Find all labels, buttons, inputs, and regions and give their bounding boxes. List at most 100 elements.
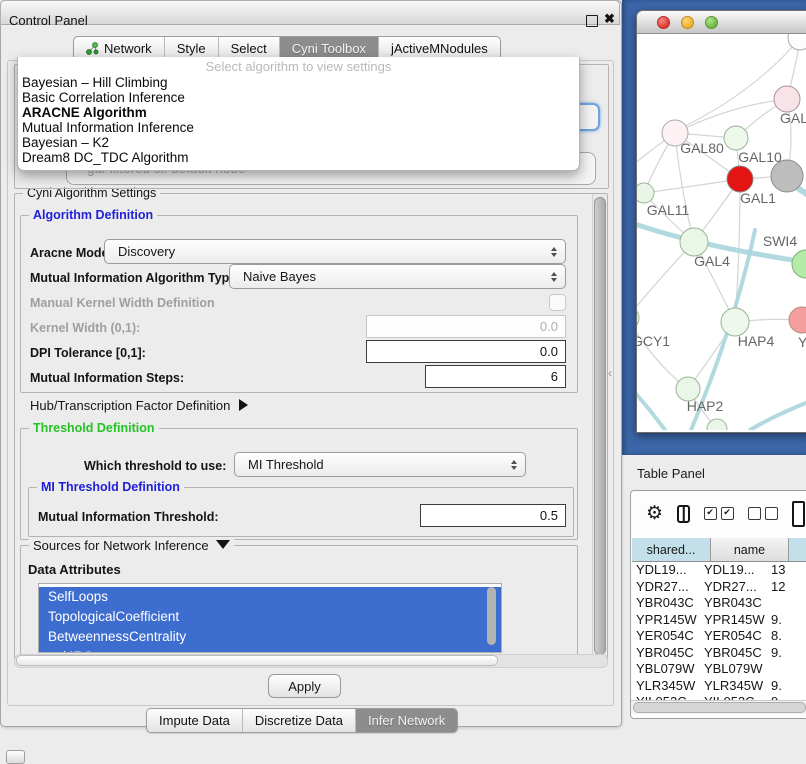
which-threshold-label: Which threshold to use: (84, 459, 226, 473)
table-cell: 12 (767, 579, 806, 596)
combo-spinner-icon (511, 460, 517, 470)
sources-group-title[interactable]: Sources for Network Inference (29, 538, 234, 553)
cyni-mode-tabs: Impute DataDiscretize DataInfer Network (146, 708, 458, 733)
table-row[interactable]: YBR043CYBR043C (632, 595, 806, 612)
mi-threshold-label: Mutual Information Threshold: (38, 510, 219, 524)
table-cell: YBR045C (700, 645, 767, 662)
dpi-tolerance-label: DPI Tolerance [0,1]: (30, 346, 146, 360)
checked-box-icon (721, 507, 734, 520)
zoom-traffic-light[interactable] (705, 16, 718, 29)
network-node[interactable] (788, 34, 806, 50)
tab-infer-network[interactable]: Infer Network (356, 709, 457, 732)
kernel-width-field[interactable]: 0.0 (366, 315, 566, 338)
manual-kernel-checkbox[interactable] (549, 294, 566, 311)
combo-spinner-icon (551, 272, 557, 282)
column-header-name[interactable]: name (711, 538, 789, 562)
node-label-gcy1: GCY1 (637, 333, 670, 349)
attribute-list-item[interactable]: SelfLoops (39, 587, 501, 607)
aracne-mode-combo[interactable]: Discovery (104, 239, 566, 264)
data-attributes-label: Data Attributes (28, 562, 121, 577)
node-label-gal11: GAL11 (647, 202, 690, 218)
aracne-mode-value: Discovery (118, 244, 175, 259)
control-panel-titlebar (0, 0, 620, 25)
close-traffic-light[interactable] (657, 16, 670, 29)
close-icon[interactable]: ✖ (604, 11, 615, 27)
table-cell: YPR145W (700, 612, 767, 629)
column-header-shared[interactable]: shared... (632, 538, 711, 562)
table-cell (767, 595, 806, 612)
attributes-list-scrollbar-thumb[interactable] (487, 587, 496, 645)
algorithm-option[interactable]: Mutual Information Inference (18, 120, 579, 135)
table-row[interactable]: YDR27...YDR27...12 (632, 579, 806, 596)
attribute-list-item[interactable]: BetweennessCentrality (39, 627, 501, 647)
tab-impute-data[interactable]: Impute Data (147, 709, 243, 732)
attribute-list-item[interactable]: TopologicalCoefficient (39, 607, 501, 627)
panel-splitter-handle[interactable]: ‹ (608, 366, 612, 380)
mi-threshold-field[interactable]: 0.5 (420, 504, 566, 527)
network-graph: GALGAL80GAL10GAL1GAL11GAL4SWI4YGCY1HAP4H… (637, 34, 806, 430)
dpi-tolerance-field[interactable]: 0.0 (366, 340, 566, 363)
network-node-hap4[interactable] (721, 308, 749, 336)
node-label-hap4: HAP4 (738, 333, 775, 349)
network-node-y[interactable] (789, 307, 806, 333)
expand-arrow-icon[interactable] (239, 399, 248, 411)
mi-threshold-group-title: MI Threshold Definition (37, 480, 184, 494)
node-label-swi4: SWI4 (763, 233, 797, 249)
network-node-gal10[interactable] (724, 126, 748, 150)
table-row[interactable]: YBL079WYBL079W (632, 661, 806, 678)
mi-type-combo[interactable]: Naive Bayes (229, 264, 566, 289)
collapse-arrow-icon[interactable] (216, 540, 230, 549)
table-row[interactable]: YBR045CYBR045C9. (632, 645, 806, 662)
algorithm-option[interactable]: ARACNE Algorithm (18, 105, 579, 120)
float-icon[interactable] (586, 15, 598, 27)
which-threshold-combo[interactable]: MI Threshold (234, 452, 526, 477)
network-canvas[interactable]: GALGAL80GAL10GAL1GAL11GAL4SWI4YGCY1HAP4H… (637, 34, 806, 430)
table-row[interactable]: YER054CYER054C8. (632, 628, 806, 645)
network-edge (637, 318, 688, 389)
table-row[interactable]: YPR145WYPR145W9. (632, 612, 806, 629)
algorithm-option[interactable]: Dream8 DC_TDC Algorithm (18, 150, 579, 165)
network-node-swi4[interactable] (792, 250, 806, 278)
new-document-icon[interactable] (792, 501, 805, 527)
tab-discretize-data[interactable]: Discretize Data (243, 709, 356, 732)
sources-title-text: Sources for Network Inference (33, 538, 209, 553)
algorithm-definition-title: Algorithm Definition (29, 208, 157, 222)
apply-button[interactable]: Apply (268, 674, 341, 698)
mi-steps-field[interactable]: 6 (425, 365, 566, 388)
select-all-checkboxes-icon[interactable] (704, 507, 734, 520)
algorithm-option[interactable]: Bayesian – K2 (18, 135, 579, 150)
settings-gear-icon[interactable]: ⚙ (646, 502, 663, 525)
network-node-gcy1[interactable] (637, 306, 639, 330)
network-node-gal4[interactable] (680, 228, 708, 256)
network-node-gal1[interactable] (727, 166, 753, 192)
settings-vertical-scrollbar-thumb[interactable] (594, 197, 606, 655)
minimize-traffic-light[interactable] (681, 16, 694, 29)
table-row[interactable]: YLR345WYLR345W9. (632, 678, 806, 695)
network-node-gal11[interactable] (637, 183, 654, 203)
algorithm-option[interactable]: Basic Correlation Inference (18, 90, 579, 105)
attribute-list-item[interactable]: gal4RGexp (39, 647, 501, 653)
network-node-gal[interactable] (774, 86, 800, 112)
manual-kernel-label: Manual Kernel Width Definition (30, 296, 215, 310)
table-row[interactable]: YDL19...YDL19...13 (632, 562, 806, 579)
deselect-all-checkboxes-icon[interactable] (748, 507, 778, 520)
table-toolbar: ⚙ (630, 491, 805, 536)
algorithm-option[interactable]: Bayesian – Hill Climbing (18, 75, 579, 90)
table-cell: YPR145W (632, 612, 700, 629)
table-cell: YER054C (632, 628, 700, 645)
unchecked-box-icon (765, 507, 778, 520)
node-label-gal: GAL (780, 110, 806, 126)
column-header-A[interactable]: A (789, 538, 806, 562)
network-node[interactable] (771, 160, 803, 192)
data-attributes-list: SelfLoopsTopologicalCoefficientBetweenne… (38, 583, 502, 653)
table-cell: 9. (767, 678, 806, 695)
table-horizontal-scrollbar-thumb[interactable] (633, 702, 806, 713)
checked-box-icon (704, 507, 717, 520)
table-cell: YDR27... (700, 579, 767, 596)
hub-definition-label: Hub/Transcription Factor Definition (30, 398, 230, 413)
aracne-mode-label: Aracne Mode: (30, 246, 113, 260)
column-selector-icon[interactable] (677, 505, 690, 523)
table-header-row: shared...nameA (632, 538, 806, 562)
hub-definition-section[interactable]: Hub/Transcription Factor Definition (30, 398, 248, 413)
settings-horizontal-scrollbar-thumb[interactable] (16, 655, 498, 666)
